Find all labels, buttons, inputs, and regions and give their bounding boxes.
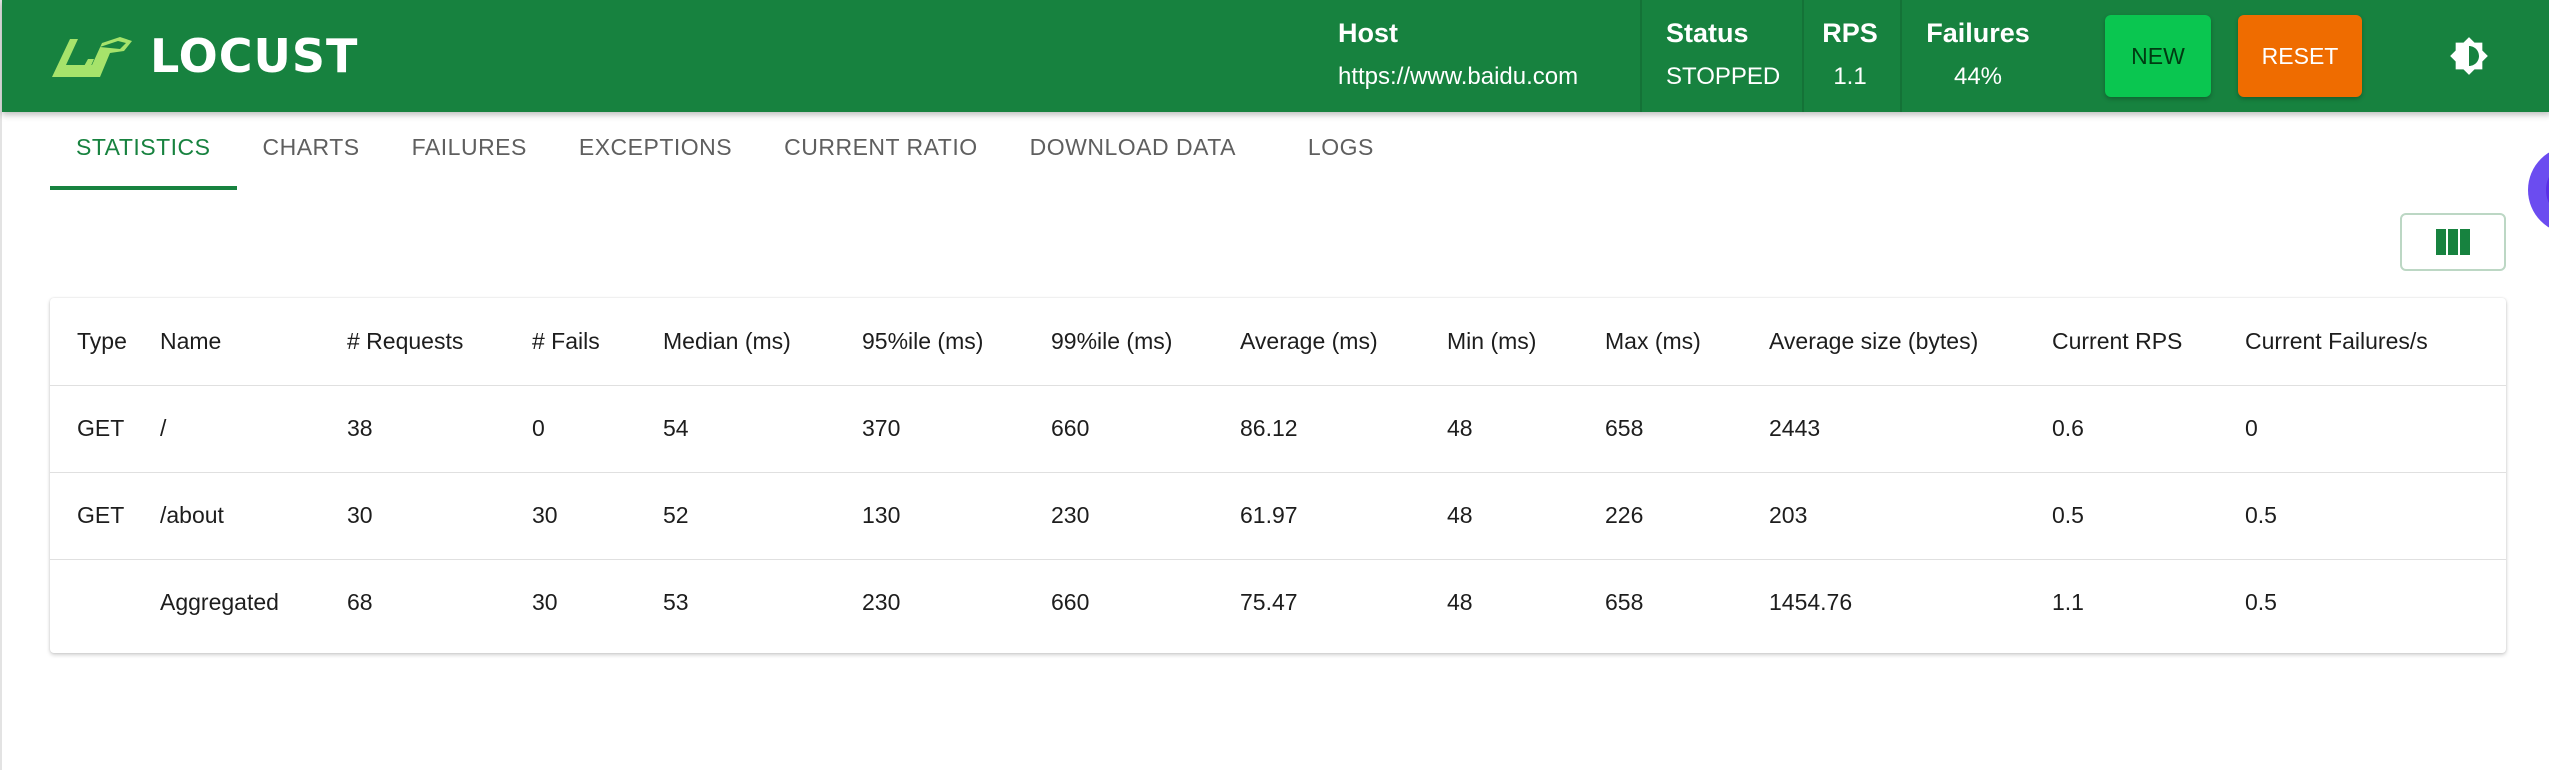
header-divider: [1900, 0, 1902, 112]
table-cell: 53: [663, 589, 689, 616]
table-cell: 370: [862, 385, 1051, 473]
column-header[interactable]: Type: [50, 298, 160, 386]
table-cell: 68: [347, 589, 373, 616]
table-header-row: Type Name # Requests # Fails Median (ms)…: [50, 298, 2506, 386]
view-column-icon: [2436, 229, 2470, 255]
top-app-bar: LOCUST Host https://www.baidu.com Status…: [2, 0, 2549, 112]
header-divider: [1802, 0, 1804, 112]
table-row: GET /about 30 30 52 130 230 61.97 48 226…: [50, 472, 2506, 560]
reset-button[interactable]: RESET: [2238, 15, 2362, 97]
host-value: https://www.baidu.com: [1338, 63, 1579, 90]
table-cell: 1.1: [2052, 589, 2084, 616]
table-cell: [50, 559, 160, 646]
table-row: GET / 38 0 54 370 660 86.12 48 658 2443 …: [50, 385, 2506, 473]
column-header[interactable]: # Requests: [347, 298, 532, 386]
table-cell: 61.97: [1240, 472, 1447, 560]
table-cell: 48: [1447, 472, 1605, 560]
host-label: Host: [1338, 18, 1398, 48]
table-cell: 52: [663, 472, 862, 560]
status-stat: Status STOPPED: [1666, 18, 1780, 91]
tab-download-data[interactable]: DOWNLOAD DATA: [1004, 118, 1282, 190]
table-cell: GET: [50, 472, 160, 560]
table-cell: 660: [1051, 589, 1090, 616]
column-header[interactable]: 95%ile (ms): [862, 298, 1051, 386]
table-cell: /about: [160, 472, 347, 560]
table-cell: 2443: [1769, 385, 2052, 473]
tab-charts[interactable]: CHARTS: [237, 118, 386, 190]
column-header[interactable]: Min (ms): [1447, 298, 1605, 386]
table-cell: 30: [532, 589, 558, 616]
column-header[interactable]: # Fails: [532, 298, 663, 386]
table-cell: 1454.76: [1769, 589, 1853, 616]
tab-statistics[interactable]: STATISTICS: [50, 118, 237, 190]
app-window: LOCUST Host https://www.baidu.com Status…: [0, 0, 2549, 770]
logo-text: LOCUST: [150, 29, 359, 83]
failures-stat: Failures 44%: [1926, 18, 2030, 91]
failures-label: Failures: [1926, 18, 2030, 48]
table-cell: 48: [1447, 385, 1605, 473]
table-cell: 226: [1605, 472, 1769, 560]
table-cell: 0.6: [2052, 385, 2245, 473]
header-divider: [1640, 0, 1642, 112]
tab-logs[interactable]: LOGS: [1282, 118, 1400, 190]
table-cell: 0.5: [2245, 472, 2506, 560]
table-cell: 48: [1447, 589, 1473, 616]
table-cell: 658: [1605, 385, 1769, 473]
floating-assistant-icon[interactable]: [2512, 140, 2549, 240]
status-label: Status: [1666, 18, 1749, 48]
statistics-table-card: Type Name # Requests # Fails Median (ms)…: [50, 298, 2506, 653]
table-cell: /: [160, 385, 347, 473]
table-cell: GET: [50, 385, 160, 473]
rps-stat: RPS 1.1: [1822, 18, 1878, 91]
failures-value: 44%: [1953, 63, 2003, 90]
statistics-table: Type Name # Requests # Fails Median (ms)…: [50, 298, 2506, 646]
column-header[interactable]: Median (ms): [663, 298, 862, 386]
column-header[interactable]: 99%ile (ms): [1051, 298, 1240, 386]
table-cell: 30: [532, 472, 663, 560]
tab-failures[interactable]: FAILURES: [386, 118, 553, 190]
tab-exceptions[interactable]: EXCEPTIONS: [553, 118, 758, 190]
host-stat: Host https://www.baidu.com: [1338, 18, 1578, 91]
column-header[interactable]: Max (ms): [1605, 298, 1769, 386]
column-header[interactable]: Name: [160, 298, 347, 386]
table-cell: 38: [347, 385, 532, 473]
column-header[interactable]: Current Failures/s: [2245, 298, 2506, 386]
rps-value: 1.1: [1833, 63, 1867, 90]
table-cell: 0: [2245, 385, 2506, 473]
table-cell: 0.5: [2245, 589, 2277, 616]
table-cell: 0.5: [2052, 472, 2245, 560]
column-selector-button[interactable]: [2400, 213, 2506, 271]
new-button[interactable]: NEW: [2105, 15, 2211, 97]
status-value: STOPPED: [1666, 63, 1781, 90]
table-cell: 230: [862, 589, 901, 616]
locust-logo[interactable]: LOCUST: [48, 29, 359, 83]
table-cell: 203: [1769, 472, 2052, 560]
table-cell: 230: [1051, 472, 1240, 560]
table-row-aggregated: Aggregated 68 30 53 230 660 75.47 48 658…: [50, 559, 2506, 646]
column-header[interactable]: Current RPS: [2052, 298, 2245, 386]
column-header[interactable]: Average (ms): [1240, 298, 1447, 386]
table-cell: 0: [532, 385, 663, 473]
rps-label: RPS: [1822, 18, 1878, 48]
brightness-icon: [2450, 37, 2488, 75]
table-cell: 30: [347, 472, 532, 560]
table-cell: 130: [862, 472, 1051, 560]
table-cell: 75.47: [1240, 589, 1298, 616]
column-header[interactable]: Average size (bytes): [1769, 298, 2052, 386]
table-cell: 54: [663, 385, 862, 473]
table-cell: 658: [1605, 589, 1644, 616]
tab-bar: STATISTICS CHARTS FAILURES EXCEPTIONS CU…: [50, 118, 1400, 190]
theme-toggle-button[interactable]: [2449, 36, 2489, 76]
tab-current-ratio[interactable]: CURRENT RATIO: [758, 118, 1004, 190]
table-cell: Aggregated: [160, 589, 279, 616]
table-cell: 86.12: [1240, 385, 1447, 473]
grasshopper-logo-icon: [52, 37, 132, 77]
table-cell: 660: [1051, 385, 1240, 473]
